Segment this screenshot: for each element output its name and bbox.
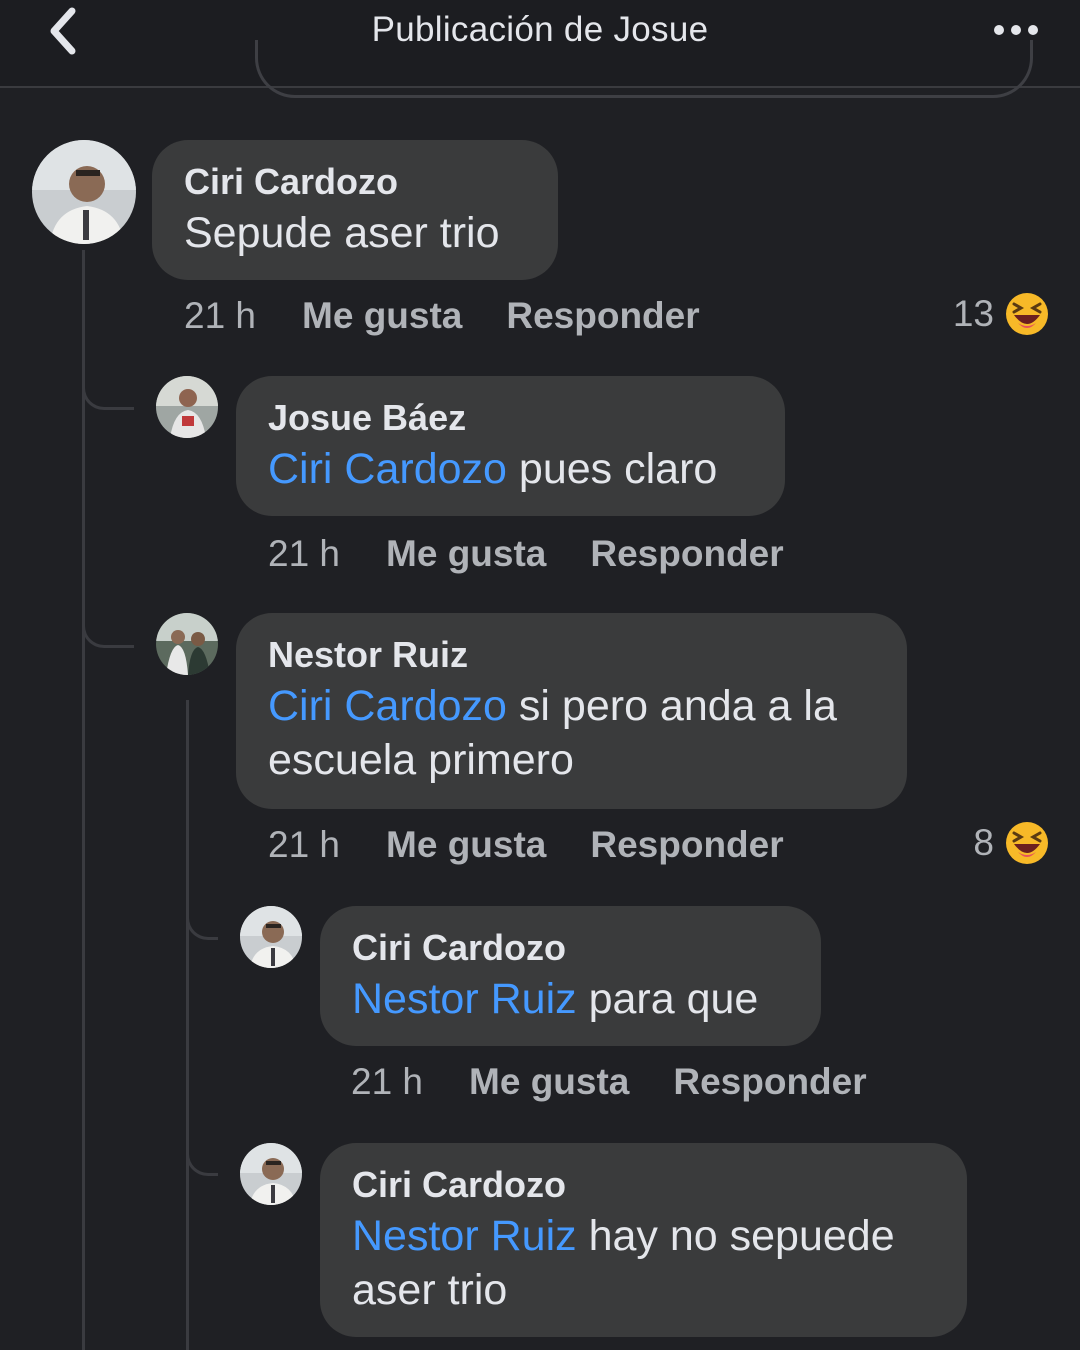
- reply-button[interactable]: Responder: [590, 533, 783, 575]
- thread-line-main: [82, 250, 85, 1350]
- avatar[interactable]: [156, 613, 218, 675]
- comment-author[interactable]: Ciri Cardozo: [352, 924, 789, 972]
- comment-bubble: Nestor Ruiz Ciri Cardozo si pero anda a …: [236, 613, 907, 809]
- comment-author[interactable]: Ciri Cardozo: [184, 158, 526, 206]
- reaction-count: 8: [973, 822, 994, 863]
- avatar[interactable]: [156, 376, 218, 438]
- like-button[interactable]: Me gusta: [469, 1061, 629, 1103]
- reply-button[interactable]: Responder: [590, 824, 783, 866]
- comment-bubble: Ciri Cardozo Sepude aser trio: [152, 140, 558, 280]
- thread-connector: [82, 598, 134, 648]
- like-button[interactable]: Me gusta: [302, 295, 462, 337]
- comment-actions: 21 h Me gusta Responder: [184, 295, 700, 337]
- person-photo-icon: [32, 140, 136, 244]
- avatar[interactable]: [240, 1143, 302, 1205]
- comment-author[interactable]: Nestor Ruiz: [268, 631, 875, 679]
- comment-time[interactable]: 21 h: [184, 295, 256, 337]
- comment-time[interactable]: 21 h: [268, 824, 340, 866]
- more-dots-icon: [994, 25, 1038, 35]
- thread-connector: [186, 890, 218, 940]
- person-photo-icon: [156, 613, 218, 675]
- like-button[interactable]: Me gusta: [386, 824, 546, 866]
- comment-actions: 21 h Me gusta Responder: [268, 533, 784, 575]
- laughing-emoji-icon: [1006, 293, 1048, 335]
- person-photo-icon: [240, 906, 302, 968]
- comment-author[interactable]: Ciri Cardozo: [352, 1161, 935, 1209]
- comment-actions: 21 h Me gusta Responder: [351, 1061, 867, 1103]
- mention-link[interactable]: Nestor Ruiz: [352, 1212, 577, 1260]
- reaction-count: 13: [952, 293, 994, 334]
- mention-link[interactable]: Nestor Ruiz: [352, 975, 577, 1023]
- mention-link[interactable]: Ciri Cardozo: [268, 445, 507, 493]
- comment-text: Sepude aser trio: [184, 209, 500, 257]
- comment-bubble: Ciri Cardozo Nestor Ruiz para que: [320, 906, 821, 1046]
- comment-time[interactable]: 21 h: [268, 533, 340, 575]
- comment-body: pues claro: [506, 445, 718, 493]
- reaction-summary[interactable]: 8: [973, 820, 1050, 866]
- comment-text: Ciri Cardozo si pero anda a la escuela p…: [268, 679, 875, 787]
- thread-connector: [82, 360, 134, 410]
- person-photo-icon: [156, 376, 218, 438]
- comment-text: Nestor Ruiz para que: [352, 972, 789, 1026]
- reply-button[interactable]: Responder: [673, 1061, 866, 1103]
- reply-button[interactable]: Responder: [506, 295, 699, 337]
- thread-connector: [186, 1126, 218, 1176]
- person-photo-icon: [240, 1143, 302, 1205]
- avatar[interactable]: [32, 140, 136, 244]
- avatar[interactable]: [240, 906, 302, 968]
- comment-time[interactable]: 21 h: [351, 1061, 423, 1103]
- comment-text: Nestor Ruiz hay no sepuede aser trio: [352, 1209, 935, 1317]
- laughing-emoji-icon: [1006, 822, 1048, 864]
- comment-author[interactable]: Josue Báez: [268, 394, 753, 442]
- reaction-summary[interactable]: 13: [953, 291, 1050, 337]
- comment-actions: 21 h Me gusta Responder: [268, 824, 784, 866]
- comment-body: para que: [576, 975, 759, 1023]
- like-button[interactable]: Me gusta: [386, 533, 546, 575]
- comment-bubble: Josue Báez Ciri Cardozo pues claro: [236, 376, 785, 516]
- thread-line-nested: [186, 700, 189, 1350]
- mention-link[interactable]: Ciri Cardozo: [268, 682, 507, 730]
- comment-bubble: Ciri Cardozo Nestor Ruiz hay no sepuede …: [320, 1143, 967, 1337]
- previous-content-edge: [255, 40, 1033, 98]
- comment-text: Ciri Cardozo pues claro: [268, 442, 753, 496]
